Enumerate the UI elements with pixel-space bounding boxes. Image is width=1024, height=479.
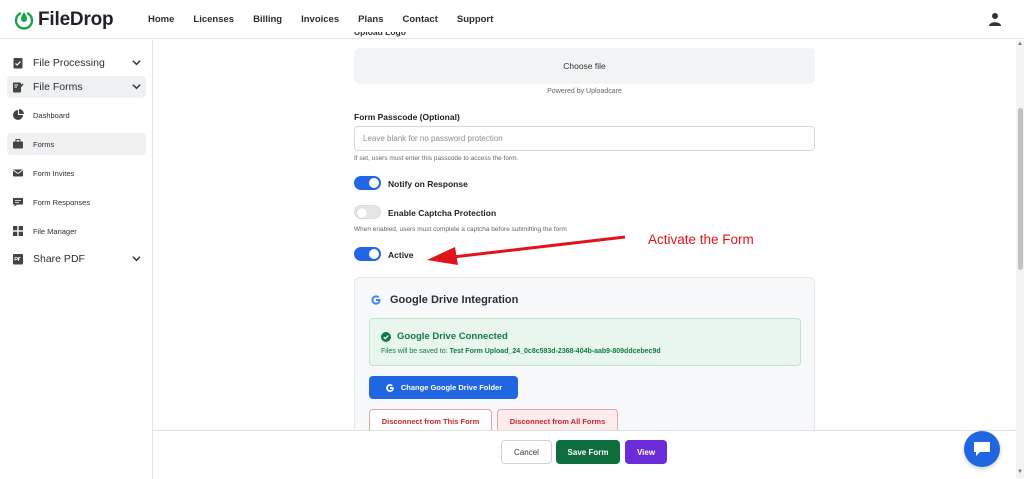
filedrop-logo-icon — [14, 12, 34, 30]
upload-logo-label: Upload Logo — [354, 32, 406, 37]
envelope-icon — [12, 169, 24, 177]
sidebar-item-form-responses[interactable]: Form Responses — [7, 191, 146, 213]
drive-connected-alert: Google Drive Connected Files will be sav… — [369, 318, 801, 366]
page-scrollbar[interactable] — [1016, 40, 1024, 479]
user-icon[interactable] — [988, 12, 1002, 26]
sidebar-item-label: Form Responses — [33, 197, 91, 207]
grid-icon — [13, 226, 23, 236]
top-navbar: FileDrop Home Licenses Billing Invoices … — [0, 0, 1024, 39]
view-button[interactable]: View — [625, 440, 667, 464]
captcha-label: Enable Captcha Protection — [388, 208, 497, 218]
sidebar: File Processing File Forms Dashboard For… — [0, 40, 153, 479]
briefcase-icon — [13, 139, 23, 149]
active-label: Active — [388, 250, 414, 260]
nav-billing[interactable]: Billing — [253, 14, 282, 25]
sidebar-item-label: Dashboard — [33, 110, 70, 120]
pie-chart-icon — [13, 109, 24, 120]
nav-support[interactable]: Support — [457, 14, 493, 25]
drive-connected-status: Google Drive Connected — [397, 331, 508, 342]
scroll-up-icon[interactable]: ▲ — [1017, 41, 1023, 47]
nav-licenses[interactable]: Licenses — [193, 14, 234, 25]
file-check-icon — [13, 58, 23, 69]
cancel-button[interactable]: Cancel — [501, 440, 552, 464]
google-icon — [386, 383, 394, 392]
notify-label: Notify on Response — [388, 179, 468, 189]
nav-plans[interactable]: Plans — [358, 14, 383, 25]
chevron-down-icon — [132, 256, 141, 262]
brand-logo[interactable]: FileDrop — [14, 9, 114, 31]
main-nav: Home Licenses Billing Invoices Plans Con… — [148, 14, 512, 25]
sidebar-item-file-processing[interactable]: File Processing — [7, 52, 146, 74]
chat-icon — [13, 198, 23, 207]
check-circle-icon — [381, 331, 391, 342]
saved-prefix: Files will be saved to: — [381, 348, 448, 355]
active-toggle[interactable] — [354, 247, 381, 261]
chat-support-button[interactable] — [964, 431, 1000, 467]
chat-bubble-icon — [974, 442, 990, 456]
google-drive-title-text: Google Drive Integration — [390, 294, 519, 306]
annotation-text: Activate the Form — [648, 232, 754, 247]
sidebar-item-share-pdf[interactable]: Share PDF — [7, 248, 146, 270]
save-form-button[interactable]: Save Form — [556, 440, 620, 464]
brand-name: FileDrop — [38, 9, 114, 30]
passcode-help: If set, users must enter this passcode t… — [354, 155, 519, 162]
scrollbar-thumb[interactable] — [1018, 108, 1023, 270]
choose-file-button[interactable]: Choose file — [354, 48, 815, 84]
file-form-icon — [13, 82, 24, 93]
sidebar-item-label: Forms — [33, 139, 55, 149]
scroll-down-icon[interactable]: ▼ — [1017, 469, 1023, 475]
sidebar-item-label: Share PDF — [33, 253, 85, 265]
change-drive-folder-button[interactable]: Change Google Drive Folder — [369, 376, 518, 399]
chevron-down-icon — [132, 60, 141, 66]
passcode-input[interactable] — [354, 126, 815, 151]
captcha-toggle[interactable] — [354, 205, 381, 219]
passcode-label: Form Passcode (Optional) — [354, 112, 460, 122]
sidebar-item-label: File Forms — [33, 81, 83, 93]
sidebar-item-forms[interactable]: Forms — [7, 133, 146, 155]
sidebar-item-dashboard[interactable]: Dashboard — [7, 104, 146, 126]
nav-home[interactable]: Home — [148, 14, 174, 25]
pdf-icon — [13, 254, 23, 265]
change-drive-folder-label: Change Google Drive Folder — [400, 383, 503, 392]
nav-invoices[interactable]: Invoices — [301, 14, 339, 25]
drive-folder-name: Test Form Upload_24_0c8c593d-2368-404b-a… — [449, 348, 661, 355]
annotation-arrow-icon — [427, 235, 626, 265]
sidebar-item-file-forms[interactable]: File Forms — [7, 76, 146, 98]
notify-toggle[interactable] — [354, 176, 381, 190]
chevron-down-icon — [132, 84, 141, 90]
nav-contact[interactable]: Contact — [403, 14, 438, 25]
sidebar-item-label: File Manager — [33, 226, 77, 236]
google-drive-title: Google Drive Integration — [370, 294, 518, 306]
sidebar-item-form-invites[interactable]: Form Invites — [7, 162, 146, 184]
sidebar-item-file-manager[interactable]: File Manager — [7, 220, 146, 242]
drive-saved-location: Files will be saved to: Test Form Upload… — [381, 348, 661, 355]
google-icon — [371, 295, 381, 305]
sidebar-item-label: File Processing — [33, 57, 105, 69]
google-drive-card: Google Drive Integration Google Drive Co… — [354, 277, 815, 447]
sidebar-item-label: Form Invites — [33, 168, 75, 178]
powered-by-text: Powered by Uploadcare — [547, 88, 622, 95]
